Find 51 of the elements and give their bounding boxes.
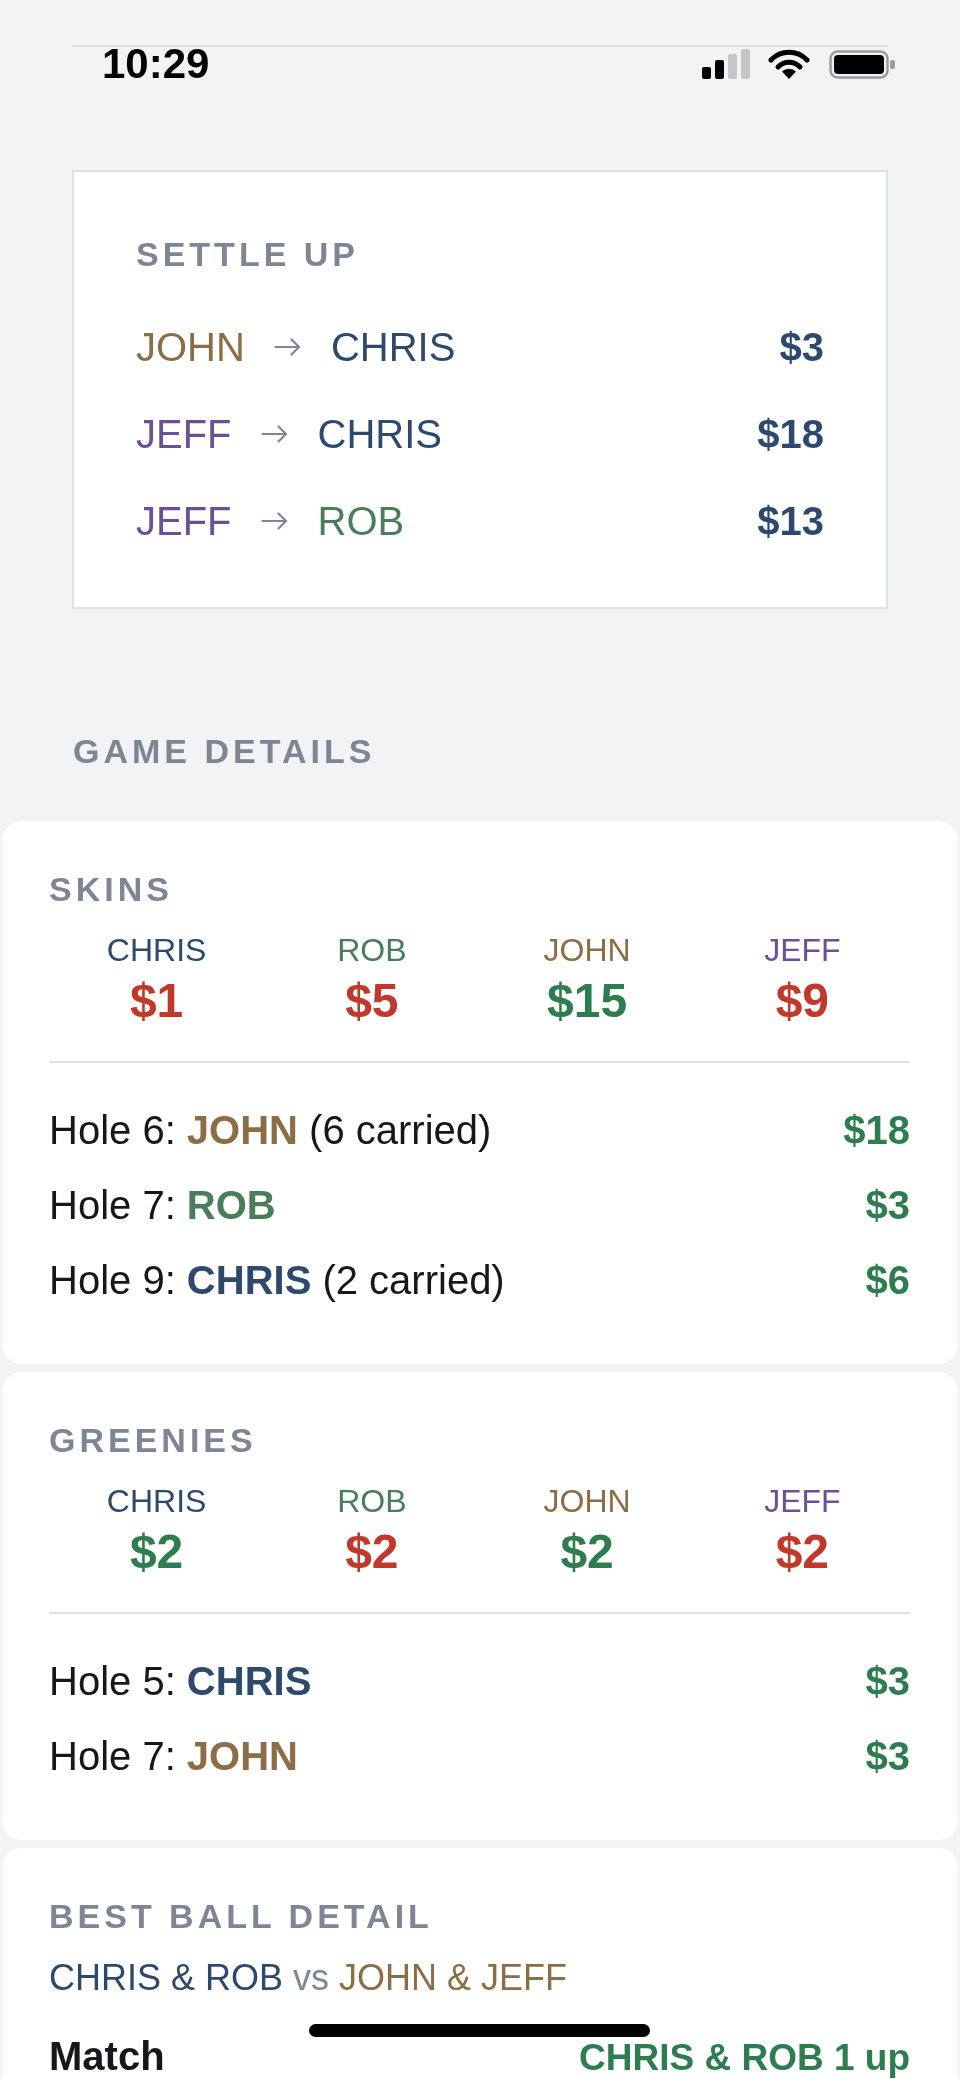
signal-icon [702,49,750,79]
hole-payout: $3 [865,1732,910,1780]
arrow-right-icon [273,338,301,356]
player-name: CHRIS [317,410,442,458]
hole-result: Hole 9: CHRIS (2 carried) [49,1256,505,1304]
player-total: $15 [547,977,628,1025]
payment-amount: $3 [779,323,824,371]
player-name: JEFF [136,497,232,545]
player-name: ROB [337,934,407,966]
match-result: CHRIS & ROB 1 up [579,2039,910,2076]
battery-icon [829,49,895,79]
hole-payout: $3 [865,1657,910,1705]
hole-result: Hole 5: CHRIS [49,1657,312,1705]
matchup-text: CHRIS & ROB vs JOHN & JEFF [49,1960,569,1996]
hole-result: Hole 7: ROB [49,1181,276,1229]
hole-result: Hole 7: JOHN [49,1732,298,1780]
player-name: CHRIS [106,1485,207,1517]
player-total: $2 [129,1528,184,1576]
payment-amount: $13 [757,497,824,545]
hole-payout: $6 [865,1256,910,1304]
hole-payout: $3 [865,1181,910,1229]
card-title: SETTLE UP [136,236,361,271]
hole-payout: $18 [843,1106,910,1154]
player-total: $5 [345,977,399,1025]
match-label: Match [49,2036,165,2076]
player-total: $2 [345,1528,399,1576]
section-title: GAME DETAILS [73,733,376,768]
arrow-right-icon [260,512,288,530]
card-title: BEST BALL DETAIL [49,1899,434,1933]
player-total: $2 [560,1528,614,1576]
hole-result: Hole 6: JOHN (6 carried) [49,1106,492,1154]
player-name: ROB [317,497,405,545]
card-title: GREENIES [49,1423,258,1457]
player-name: CHRIS [330,323,456,371]
player-name: CHRIS [106,934,207,966]
home-indicator[interactable] [309,2024,650,2037]
player-total: $1 [129,977,184,1025]
player-name: JEFF [764,934,841,966]
player-total: $9 [775,977,830,1025]
player-name: ROB [337,1485,407,1517]
wifi-icon [768,49,810,79]
card-title: SKINS [49,872,174,906]
player-name: JOHN [136,323,245,371]
player-name: JEFF [764,1485,841,1517]
payment-amount: $18 [757,410,824,458]
status-time: 10:29 [102,47,210,81]
player-name: JOHN [543,934,631,966]
arrow-right-icon [260,425,288,443]
player-name: JEFF [136,410,232,458]
player-name: JOHN [543,1485,631,1517]
player-total: $2 [775,1528,830,1576]
